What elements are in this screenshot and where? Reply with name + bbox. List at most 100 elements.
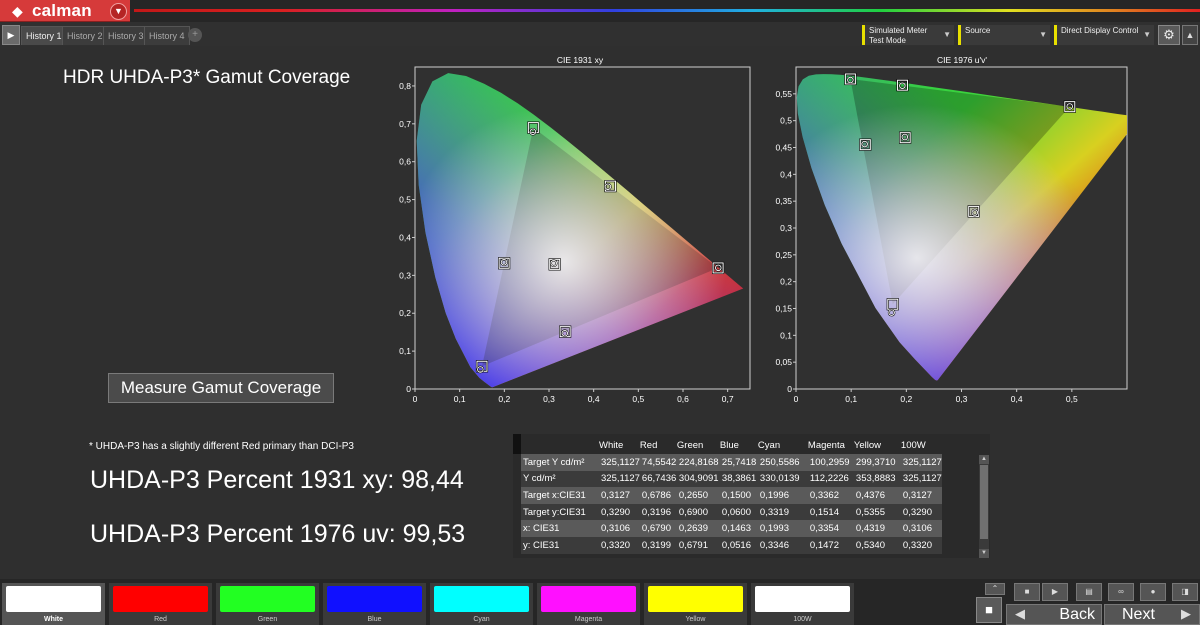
meter-mode: Test Mode: [869, 36, 906, 45]
source-selector[interactable]: Source ▼: [958, 25, 1050, 45]
ddc-label: Direct Display Control: [1061, 26, 1139, 35]
x-tick-label: 0,5: [1066, 394, 1078, 404]
play-icon[interactable]: ▶: [2, 25, 20, 45]
table-cell: 0,1463: [719, 520, 758, 537]
table-cell: 0,1472: [807, 536, 854, 554]
table-cell: 0,4319: [853, 520, 901, 537]
scroll-down-icon[interactable]: ▼: [979, 549, 989, 558]
measure-gamut-button[interactable]: Measure Gamut Coverage: [108, 373, 334, 403]
table-row: y: CIE31 0,3320 0,3199 0,6791 0,0516 0,3346 0,…: [521, 536, 942, 554]
cie1976-chart: 0 0,1 0,2 0,3 0,4 0,5 0 0,05 0,1 0,15 0,2 0,25 0,3 0,…: [775, 55, 1128, 404]
record-icon[interactable]: ●: [1140, 583, 1166, 601]
table-cell: 330,0139: [757, 470, 808, 488]
x-tick-label: 0,1: [454, 394, 466, 404]
x-tick-label: 0,3: [956, 394, 968, 404]
gear-icon[interactable]: ⚙: [1158, 25, 1180, 45]
x-tick-label: 0,2: [900, 394, 912, 404]
next-arrow-icon: ▶: [1181, 606, 1191, 621]
table-cell: 0,1500: [719, 487, 758, 504]
logo-text: calman: [32, 1, 92, 20]
scroll-thumb[interactable]: [980, 465, 988, 539]
table-cell: 0,3354: [807, 520, 854, 537]
table-row: Target Y cd/m² 325,1127 74,5542 224,8168 25,…: [521, 454, 942, 471]
y-tick-label: 0,2: [399, 308, 411, 318]
y-tick-label: 0,35: [775, 196, 792, 206]
table-row: Y cd/m² 325,1127 66,7436 304,9091 38,3861 330…: [521, 470, 942, 488]
chevron-up-icon[interactable]: ▲: [1182, 25, 1198, 45]
stop-square-icon[interactable]: ■: [976, 597, 1002, 623]
y-tick-label: 0,2: [780, 277, 792, 287]
save-icon[interactable]: ▤: [1076, 583, 1102, 601]
patch-label: White: [43, 616, 64, 623]
patch-white[interactable]: White: [2, 583, 105, 625]
table-cell: 74,5542: [639, 454, 677, 471]
back-button[interactable]: ◀ Back: [1006, 604, 1102, 625]
table-row: Target x:CIE31 0,3127 0,6786 0,2650 0,1500 0,…: [521, 487, 942, 504]
table-cell: 353,8883: [853, 470, 901, 488]
cie1931-title: CIE 1931 xy: [557, 55, 604, 65]
patch-label: Green: [257, 616, 278, 623]
table-cell: 0,3106: [900, 520, 942, 537]
footnote: * UHDA-P3 has a slightly different Red p…: [89, 441, 354, 452]
tab-history-4[interactable]: History 4: [144, 26, 190, 45]
results-table: White Red Green Blue Cyan Magenta Yellow 100W T…: [521, 436, 942, 554]
y-tick-label: 0,1: [399, 346, 411, 356]
patch-cyan[interactable]: Cyan: [430, 583, 533, 625]
patch-blue[interactable]: Blue: [323, 583, 426, 625]
table-cell: 66,7436: [639, 470, 677, 488]
table-cell: 0,3346: [757, 536, 808, 554]
table-cell: 0,3199: [639, 536, 677, 554]
result-1976: UHDA-P3 Percent 1976 uv: 99,53: [90, 520, 466, 548]
y-tick-label: 0,8: [399, 81, 411, 91]
add-tab-icon[interactable]: +: [188, 28, 202, 42]
x-tick-label: 0,1: [845, 394, 857, 404]
table-cell: 0,5355: [853, 503, 901, 521]
tab-history-2[interactable]: History 2: [62, 26, 108, 45]
table-scrollbar[interactable]: ▲ ▼: [979, 455, 989, 558]
patch-swatch: [113, 586, 208, 612]
table-cell: 0,0600: [719, 503, 758, 521]
table-cell: 0,1996: [757, 487, 808, 504]
x-tick-label: 0,7: [722, 394, 734, 404]
column-header: Green: [676, 439, 704, 451]
cie1931-plot-area: 0 0,1 0,2 0,3 0,4 0,5 0,6 0,7 0 0,1 0,2 0,3 0,4 0,5 0,…: [399, 66, 751, 404]
table-cell: 325,1127: [599, 470, 640, 488]
stop-icon[interactable]: ■: [1014, 583, 1040, 601]
y-tick-label: 0,25: [775, 250, 792, 260]
y-tick-label: 0,3: [399, 270, 411, 280]
table-cell: 0,1514: [807, 503, 854, 521]
cie1976-plot-area: 0 0,1 0,2 0,3 0,4 0,5 0 0,05 0,1 0,15 0,2 0,25 0,3 0,…: [775, 66, 1128, 404]
table-cell: 0,3290: [599, 503, 640, 521]
tab-history-1[interactable]: History 1: [21, 26, 67, 45]
patch-100w[interactable]: 100W: [751, 583, 854, 625]
x-tick-label: 0: [794, 394, 799, 404]
table-cell: 299,3710: [853, 454, 901, 471]
chevron-down-icon[interactable]: ▼: [110, 3, 127, 20]
patch-green[interactable]: Green: [216, 583, 319, 625]
patch-yellow[interactable]: Yellow: [644, 583, 747, 625]
patch-swatch: [755, 586, 850, 612]
chevron-down-icon: ▼: [943, 30, 951, 39]
play-icon[interactable]: ▶: [1042, 583, 1068, 601]
next-button[interactable]: Next ▶: [1104, 604, 1200, 625]
y-tick-label: 0: [787, 384, 792, 394]
ddc-selector[interactable]: Direct Display Control ▼: [1054, 25, 1154, 45]
back-label: Back: [1059, 606, 1095, 623]
patch-red[interactable]: Red: [109, 583, 212, 625]
table-cell: 325,1127: [900, 470, 942, 488]
loop-icon[interactable]: ∞: [1108, 583, 1134, 601]
scroll-up-icon[interactable]: ▲: [979, 455, 989, 464]
calman-logo[interactable]: ◆ calman ▼: [0, 0, 130, 22]
collapse-icon[interactable]: ⌃: [985, 583, 1005, 595]
x-tick-label: 0,3: [543, 394, 555, 404]
table-cell: 0,3290: [900, 503, 942, 521]
table-cell: x: CIE31: [521, 520, 599, 537]
table-row: x: CIE31 0,3106 0,6790 0,2639 0,1463 0,1993 0,…: [521, 520, 942, 537]
table-cell: 0,3127: [900, 487, 942, 504]
meter-selector[interactable]: Simulated Meter Test Mode ▼: [862, 25, 954, 45]
table-cell: Target x:CIE31: [521, 487, 599, 504]
tab-history-3[interactable]: History 3: [103, 26, 149, 45]
ruler-icon[interactable]: ◨: [1172, 583, 1198, 601]
patch-magenta[interactable]: Magenta: [537, 583, 640, 625]
table-cell: 0,3362: [807, 487, 854, 504]
